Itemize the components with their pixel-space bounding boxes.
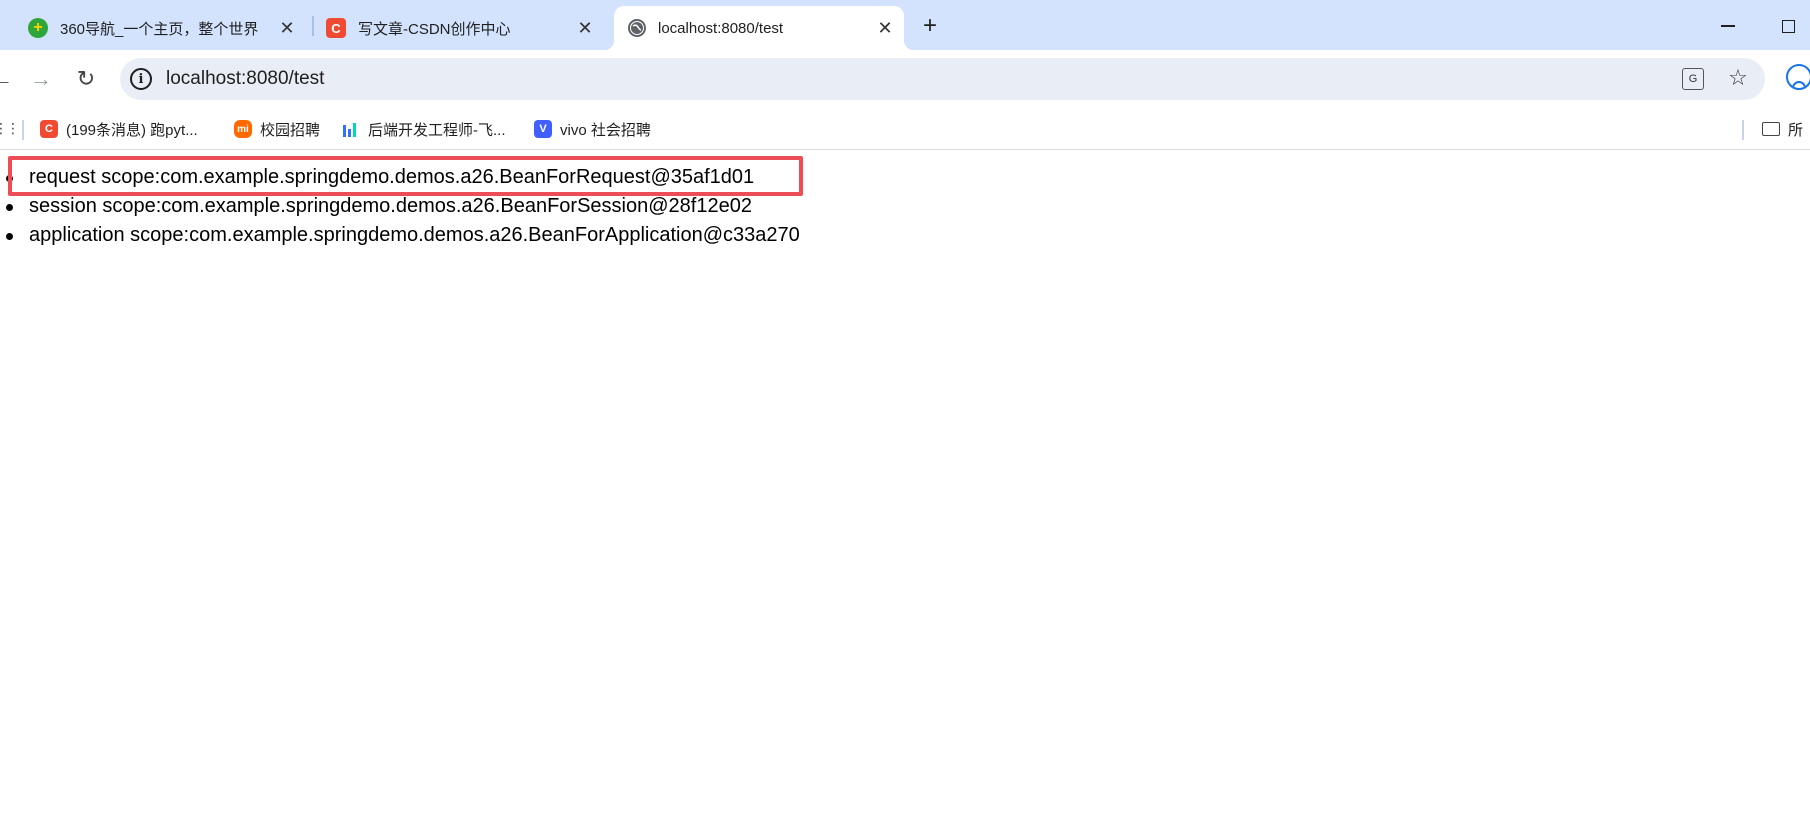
close-icon[interactable]: ✕	[574, 17, 596, 39]
360-nav-icon: +	[28, 18, 48, 38]
bookmark-separator	[1742, 120, 1744, 140]
maximize-button[interactable]	[1770, 8, 1806, 44]
tab-360-nav[interactable]: + 360导航_一个主页，整个世界 ✕	[28, 6, 298, 50]
bookmark-star-icon[interactable]: ☆	[1724, 64, 1752, 92]
page-content: request scope:com.example.springdemo.dem…	[0, 151, 1810, 824]
tab-separator	[312, 16, 314, 36]
list-item: session scope:com.example.springdemo.dem…	[0, 192, 800, 221]
vivo-icon: V	[534, 120, 552, 138]
bar-chart-icon	[342, 120, 360, 138]
application-scope-text: application scope:com.example.springdemo…	[29, 224, 800, 246]
bookmark-vivo[interactable]: V vivo 社会招聘	[534, 116, 651, 142]
forward-button[interactable]: →	[25, 63, 57, 95]
site-info-icon[interactable]: i	[130, 68, 152, 90]
bullet	[6, 175, 13, 182]
list-item: application scope:com.example.springdemo…	[0, 221, 800, 250]
folder-icon	[1762, 122, 1780, 136]
bookmark-feishu-job[interactable]: 后端开发工程师-飞...	[342, 116, 506, 142]
apps-grid-icon[interactable]: ⋮⋮	[0, 120, 20, 138]
bookmark-label: (199条消息) 跑pyt...	[66, 121, 198, 139]
tab-title: localhost:8080/test	[658, 19, 784, 37]
scope-list: request scope:com.example.springdemo.dem…	[0, 163, 800, 250]
translate-icon[interactable]: G	[1682, 68, 1704, 90]
reload-button[interactable]: ↻	[70, 63, 102, 95]
bookmark-label: vivo 社会招聘	[560, 121, 651, 139]
globe-icon	[628, 19, 646, 37]
close-icon[interactable]: ✕	[874, 17, 896, 39]
tab-localhost[interactable]: localhost:8080/test ✕	[604, 6, 914, 50]
url-text[interactable]: localhost:8080/test	[166, 58, 324, 100]
bookmarks-bar: ⋮⋮ C (199条消息) 跑pyt... mi 校园招聘 后端开发工程师-飞.…	[0, 108, 1810, 150]
bullet	[6, 233, 13, 240]
profile-icon[interactable]	[1786, 64, 1810, 90]
tab-title: 360导航_一个主页，整个世界	[60, 20, 259, 38]
minimize-button[interactable]	[1710, 8, 1746, 44]
bookmark-campus-recruit[interactable]: mi 校园招聘	[234, 116, 320, 142]
list-item: request scope:com.example.springdemo.dem…	[0, 163, 800, 192]
all-bookmarks-folder[interactable]: 所	[1762, 116, 1803, 142]
csdn-icon: C	[326, 18, 346, 38]
browser-toolbar: ← → ↻ i localhost:8080/test G ☆	[0, 50, 1810, 108]
tab-strip: + 360导航_一个主页，整个世界 ✕ C 写文章-CSDN创作中心 ✕ loc…	[0, 0, 1810, 50]
close-icon[interactable]: ✕	[276, 17, 298, 39]
bullet	[6, 204, 13, 211]
bookmark-label: 校园招聘	[260, 121, 321, 139]
folder-label: 所	[1788, 121, 1804, 139]
bookmark-separator	[22, 120, 24, 140]
tab-csdn[interactable]: C 写文章-CSDN创作中心 ✕	[326, 6, 596, 50]
tab-title: 写文章-CSDN创作中心	[358, 20, 511, 38]
mi-icon: mi	[234, 120, 252, 138]
csdn-icon: C	[40, 120, 58, 138]
bookmark-label: 后端开发工程师-飞...	[368, 121, 506, 139]
request-scope-text: request scope:com.example.springdemo.dem…	[29, 166, 755, 188]
new-tab-button[interactable]: +	[914, 10, 946, 42]
address-bar[interactable]: i localhost:8080/test G ☆	[120, 58, 1765, 100]
bookmark-csdn[interactable]: C (199条消息) 跑pyt...	[40, 116, 198, 142]
back-button[interactable]: ←	[0, 63, 18, 95]
session-scope-text: session scope:com.example.springdemo.dem…	[29, 195, 752, 217]
